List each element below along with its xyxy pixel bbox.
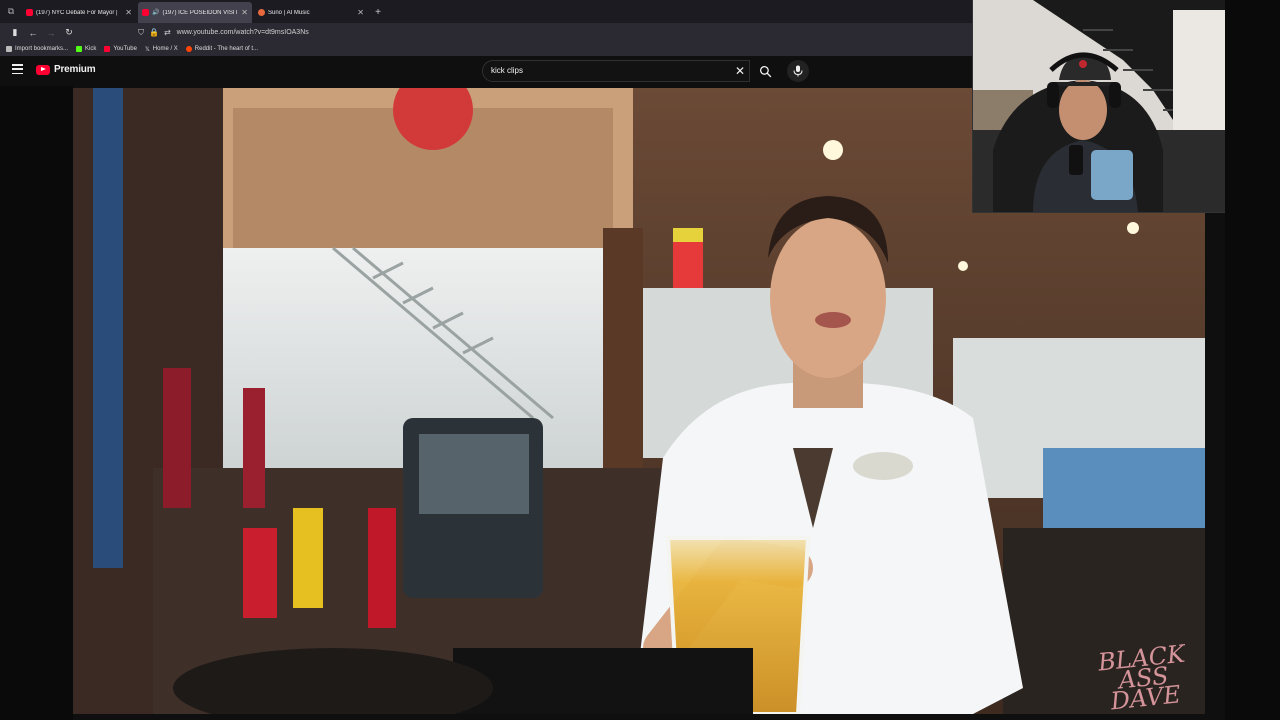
channel-watermark: BLACK ASS DAVE xyxy=(1096,640,1190,714)
close-icon[interactable]: ✕ xyxy=(125,8,132,17)
bookmark-label: Reddit - The heart of t... xyxy=(194,46,259,52)
webcam-feed xyxy=(973,0,1225,212)
browser-tab-strip: ⧉ (197) NYC Debate For Mayor | ✕ 🔊 (197)… xyxy=(0,0,972,23)
browser-nav-bar: ▮ ← → ↻ ⛉ 🔒 ⇄ www.youtube.com/watch?v=dt… xyxy=(0,23,972,42)
shield-icon[interactable]: ⛉ xyxy=(138,28,144,38)
back-button[interactable]: ← xyxy=(24,28,42,38)
kick-icon xyxy=(76,46,83,52)
voice-search-button[interactable] xyxy=(787,60,809,82)
reload-button[interactable]: ↻ xyxy=(60,27,78,38)
clear-search-icon[interactable]: ✕ xyxy=(735,64,745,78)
tab-title: (197) ICE POSEIDON VISIT xyxy=(162,9,239,16)
tab-title: (197) NYC Debate For Mayor | xyxy=(36,9,118,16)
watermark-line: DAVE xyxy=(1109,680,1182,714)
bookmark-label: Import bookmarks... xyxy=(15,46,69,52)
bookmark-x[interactable]: 𝕏 Home / X xyxy=(145,46,178,53)
search-button[interactable] xyxy=(750,60,780,82)
bookmark-label: Kick xyxy=(85,46,97,52)
youtube-play-icon xyxy=(36,64,50,75)
bookmark-label: YouTube xyxy=(113,46,137,52)
menu-icon[interactable] xyxy=(12,64,23,74)
close-icon[interactable]: ✕ xyxy=(357,8,364,17)
url-security-icons: ⛉ 🔒 ⇄ xyxy=(138,28,171,38)
close-icon[interactable]: ✕ xyxy=(241,8,248,17)
youtube-premium-logo[interactable]: Premium xyxy=(36,64,96,75)
browser-tab-0[interactable]: (197) NYC Debate For Mayor | ✕ xyxy=(22,2,136,23)
youtube-icon xyxy=(26,9,33,16)
youtube-icon xyxy=(104,46,111,52)
forward-button[interactable]: → xyxy=(42,28,60,38)
permissions-icon[interactable]: ⇄ xyxy=(164,28,171,38)
import-icon xyxy=(6,46,12,52)
bookmark-label: Home / X xyxy=(152,46,178,52)
logo-text: Premium xyxy=(54,64,96,75)
suno-icon xyxy=(258,9,265,16)
x-logo-icon: 𝕏 xyxy=(144,46,150,53)
bookmarks-bar: Import bookmarks... Kick YouTube 𝕏 Home … xyxy=(0,42,972,56)
page-background xyxy=(0,86,73,720)
bookmark-kick[interactable]: Kick xyxy=(76,46,96,52)
new-tab-button[interactable]: + xyxy=(370,2,386,23)
webcam-overlay xyxy=(972,0,1225,213)
lock-icon[interactable]: 🔒 xyxy=(149,28,159,38)
tab-list-icon[interactable]: ⧉ xyxy=(0,0,22,23)
search-input[interactable]: kick clips ✕ xyxy=(482,60,750,82)
reddit-icon xyxy=(185,46,192,52)
speaker-icon[interactable]: 🔊 xyxy=(152,9,159,16)
search-query[interactable]: kick clips xyxy=(491,66,523,75)
bookmark-import[interactable]: Import bookmarks... xyxy=(6,46,68,52)
microphone-icon xyxy=(793,65,803,77)
tab-title: Suno | AI Music xyxy=(268,9,310,16)
bookmark-youtube[interactable]: YouTube xyxy=(104,46,137,52)
bookmark-reddit[interactable]: Reddit - The heart of t... xyxy=(185,46,259,52)
sidebar-toggle-icon[interactable]: ▮ xyxy=(6,27,24,38)
browser-tab-1[interactable]: 🔊 (197) ICE POSEIDON VISIT ✕ xyxy=(138,2,252,23)
browser-tab-2[interactable]: Suno | AI Music ✕ xyxy=(254,2,368,23)
youtube-header: Premium kick clips ✕ xyxy=(0,56,972,86)
address-bar[interactable]: www.youtube.com/watch?v=dt9msIOA3Ns xyxy=(177,29,309,36)
search-icon xyxy=(759,65,771,77)
youtube-icon xyxy=(142,9,149,16)
page-background xyxy=(1225,0,1280,720)
